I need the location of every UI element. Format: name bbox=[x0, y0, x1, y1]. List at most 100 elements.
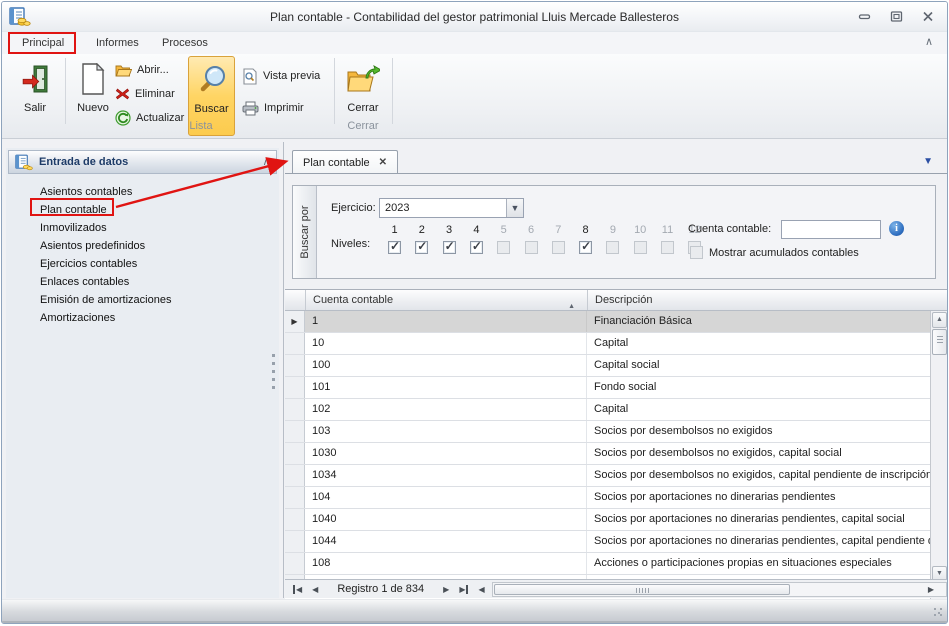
salir-button[interactable]: Salir bbox=[10, 56, 60, 136]
ribbon-collapse-icon[interactable] bbox=[925, 35, 933, 48]
tab-list-dropdown-icon[interactable] bbox=[923, 156, 933, 167]
sidebar-item-inmovilizados[interactable]: Inmovilizados bbox=[40, 220, 107, 237]
row-selector[interactable] bbox=[285, 355, 305, 376]
cell-descripcion[interactable]: Capital social bbox=[587, 355, 930, 376]
mostrar-acumulados-option[interactable]: Mostrar acumulados contables bbox=[690, 246, 859, 259]
cell-descripcion[interactable]: Capital bbox=[587, 333, 930, 354]
restore-button[interactable] bbox=[887, 9, 905, 23]
sidebar-header[interactable]: Entrada de datos bbox=[8, 150, 277, 174]
grid-row-100[interactable]: 100Capital social bbox=[285, 355, 930, 377]
cell-cuenta-contable[interactable]: 108 bbox=[305, 553, 587, 574]
cell-cuenta-contable[interactable]: 104 bbox=[305, 487, 587, 508]
sidebar-item-amortizaciones[interactable]: Amortizaciones bbox=[40, 310, 115, 327]
vertical-scrollbar[interactable] bbox=[930, 311, 947, 602]
cell-cuenta-contable[interactable]: 1040 bbox=[305, 509, 587, 530]
grid-row-101[interactable]: 101Fondo social bbox=[285, 377, 930, 399]
nivel-3-checkbox[interactable] bbox=[443, 241, 456, 254]
cell-descripcion[interactable]: Socios por desembolsos no exigidos, capi… bbox=[587, 465, 930, 486]
nivel-11: 11 bbox=[654, 224, 681, 254]
grid-row-102[interactable]: 102Capital bbox=[285, 399, 930, 421]
cell-cuenta-contable[interactable]: 102 bbox=[305, 399, 587, 420]
cell-descripcion[interactable]: Socios por aportaciones no dinerarias pe… bbox=[587, 531, 930, 552]
cell-descripcion[interactable]: Socios por desembolsos no exigidos, capi… bbox=[587, 443, 930, 464]
imprimir-button[interactable]: Imprimir bbox=[242, 98, 304, 118]
cuenta-contable-input[interactable] bbox=[781, 220, 881, 239]
sidebar-item-asientos-predefinidos[interactable]: Asientos predefinidos bbox=[40, 238, 145, 255]
tab-procesos[interactable]: Procesos bbox=[150, 34, 220, 53]
cell-descripcion[interactable]: Capital bbox=[587, 399, 930, 420]
sidebar-item-emisión-de-amortizaciones[interactable]: Emisión de amortizaciones bbox=[40, 292, 171, 309]
cell-cuenta-contable[interactable]: 1044 bbox=[305, 531, 587, 552]
grid-row-10[interactable]: 10Capital bbox=[285, 333, 930, 355]
horizontal-scroll-thumb[interactable] bbox=[494, 584, 790, 595]
cell-cuenta-contable[interactable]: 103 bbox=[305, 421, 587, 442]
cell-cuenta-contable[interactable]: 101 bbox=[305, 377, 587, 398]
column-header-cuenta-contable[interactable]: Cuenta contable bbox=[305, 290, 587, 310]
cell-descripcion[interactable]: Socios por aportaciones no dinerarias pe… bbox=[587, 487, 930, 508]
collapse-chevron-icon[interactable] bbox=[263, 157, 270, 168]
row-selector[interactable] bbox=[285, 333, 305, 354]
tab-plan-contable-label: Plan contable bbox=[303, 157, 370, 169]
close-button[interactable] bbox=[919, 9, 937, 23]
first-record-icon[interactable] bbox=[288, 585, 307, 594]
abrir-button[interactable]: Abrir... bbox=[115, 60, 169, 80]
cell-cuenta-contable[interactable]: 1030 bbox=[305, 443, 587, 464]
row-selector[interactable] bbox=[285, 443, 305, 464]
grid-row-1030[interactable]: 1030Socios por desembolsos no exigidos, … bbox=[285, 443, 930, 465]
cell-cuenta-contable[interactable]: 10 bbox=[305, 333, 587, 354]
row-indicator-icon[interactable] bbox=[285, 311, 305, 332]
resize-grip[interactable] bbox=[933, 607, 943, 617]
splitter-handle[interactable] bbox=[271, 354, 275, 390]
row-selector[interactable] bbox=[285, 531, 305, 552]
next-record-icon[interactable] bbox=[438, 585, 454, 594]
vertical-scroll-thumb[interactable] bbox=[932, 329, 947, 355]
nivel-1-checkbox[interactable] bbox=[388, 241, 401, 254]
grid-row-1040[interactable]: 1040Socios por aportaciones no dineraria… bbox=[285, 509, 930, 531]
minimize-button[interactable] bbox=[855, 9, 873, 23]
mostrar-acumulados-checkbox[interactable] bbox=[690, 246, 703, 259]
hscroll-right-icon[interactable] bbox=[923, 585, 939, 594]
grid-row-108[interactable]: 108Acciones o participaciones propias en… bbox=[285, 553, 930, 575]
grid-row-1034[interactable]: 1034Socios por desembolsos no exigidos, … bbox=[285, 465, 930, 487]
grid-row-103[interactable]: 103Socios por desembolsos no exigidos bbox=[285, 421, 930, 443]
tab-informes[interactable]: Informes bbox=[84, 34, 151, 53]
cell-descripcion[interactable]: Fondo social bbox=[587, 377, 930, 398]
cell-descripcion[interactable]: Socios por aportaciones no dinerarias pe… bbox=[587, 509, 930, 530]
cell-cuenta-contable[interactable]: 100 bbox=[305, 355, 587, 376]
nivel-4-checkbox[interactable] bbox=[470, 241, 483, 254]
hscroll-left-icon[interactable] bbox=[473, 585, 489, 594]
row-selector[interactable] bbox=[285, 377, 305, 398]
grid-row-104[interactable]: 104Socios por aportaciones no dinerarias… bbox=[285, 487, 930, 509]
column-header-descripcion[interactable]: Descripción bbox=[587, 290, 930, 310]
nivel-10-label: 10 bbox=[627, 224, 654, 238]
tab-plan-contable[interactable]: Plan contable ✕ bbox=[292, 150, 398, 174]
grid-row-1044[interactable]: 1044Socios por aportaciones no dineraria… bbox=[285, 531, 930, 553]
row-selector[interactable] bbox=[285, 399, 305, 420]
cell-descripcion[interactable]: Financiación Básica bbox=[587, 311, 930, 332]
row-selector[interactable] bbox=[285, 509, 305, 530]
scroll-up-icon[interactable] bbox=[932, 312, 947, 328]
ejercicio-combobox[interactable]: 2023 bbox=[379, 198, 524, 218]
cell-cuenta-contable[interactable]: 1 bbox=[305, 311, 587, 332]
row-selector[interactable] bbox=[285, 487, 305, 508]
row-selector[interactable] bbox=[285, 553, 305, 574]
nivel-2-checkbox[interactable] bbox=[415, 241, 428, 254]
horizontal-scrollbar[interactable] bbox=[492, 582, 947, 597]
last-record-icon[interactable] bbox=[454, 585, 473, 594]
ejercicio-dropdown-icon[interactable] bbox=[506, 199, 523, 217]
vista-previa-button[interactable]: Vista previa bbox=[242, 66, 320, 86]
sidebar-item-enlaces-contables[interactable]: Enlaces contables bbox=[40, 274, 129, 291]
row-selector[interactable] bbox=[285, 465, 305, 486]
eliminar-button[interactable]: Eliminar bbox=[115, 84, 175, 104]
cell-cuenta-contable[interactable]: 1034 bbox=[305, 465, 587, 486]
info-icon[interactable]: i bbox=[889, 221, 904, 236]
nivel-8-checkbox[interactable] bbox=[579, 241, 592, 254]
tab-close-icon[interactable]: ✕ bbox=[379, 157, 387, 168]
cell-descripcion[interactable]: Acciones o participaciones propias en si… bbox=[587, 553, 930, 574]
grid-row-1[interactable]: 1Financiación Básica bbox=[285, 311, 930, 333]
previous-record-icon[interactable] bbox=[307, 585, 323, 594]
cell-descripcion[interactable]: Socios por desembolsos no exigidos bbox=[587, 421, 930, 442]
nivel-9: 9 bbox=[599, 224, 626, 254]
row-selector[interactable] bbox=[285, 421, 305, 442]
sidebar-item-ejercicios-contables[interactable]: Ejercicios contables bbox=[40, 256, 137, 273]
